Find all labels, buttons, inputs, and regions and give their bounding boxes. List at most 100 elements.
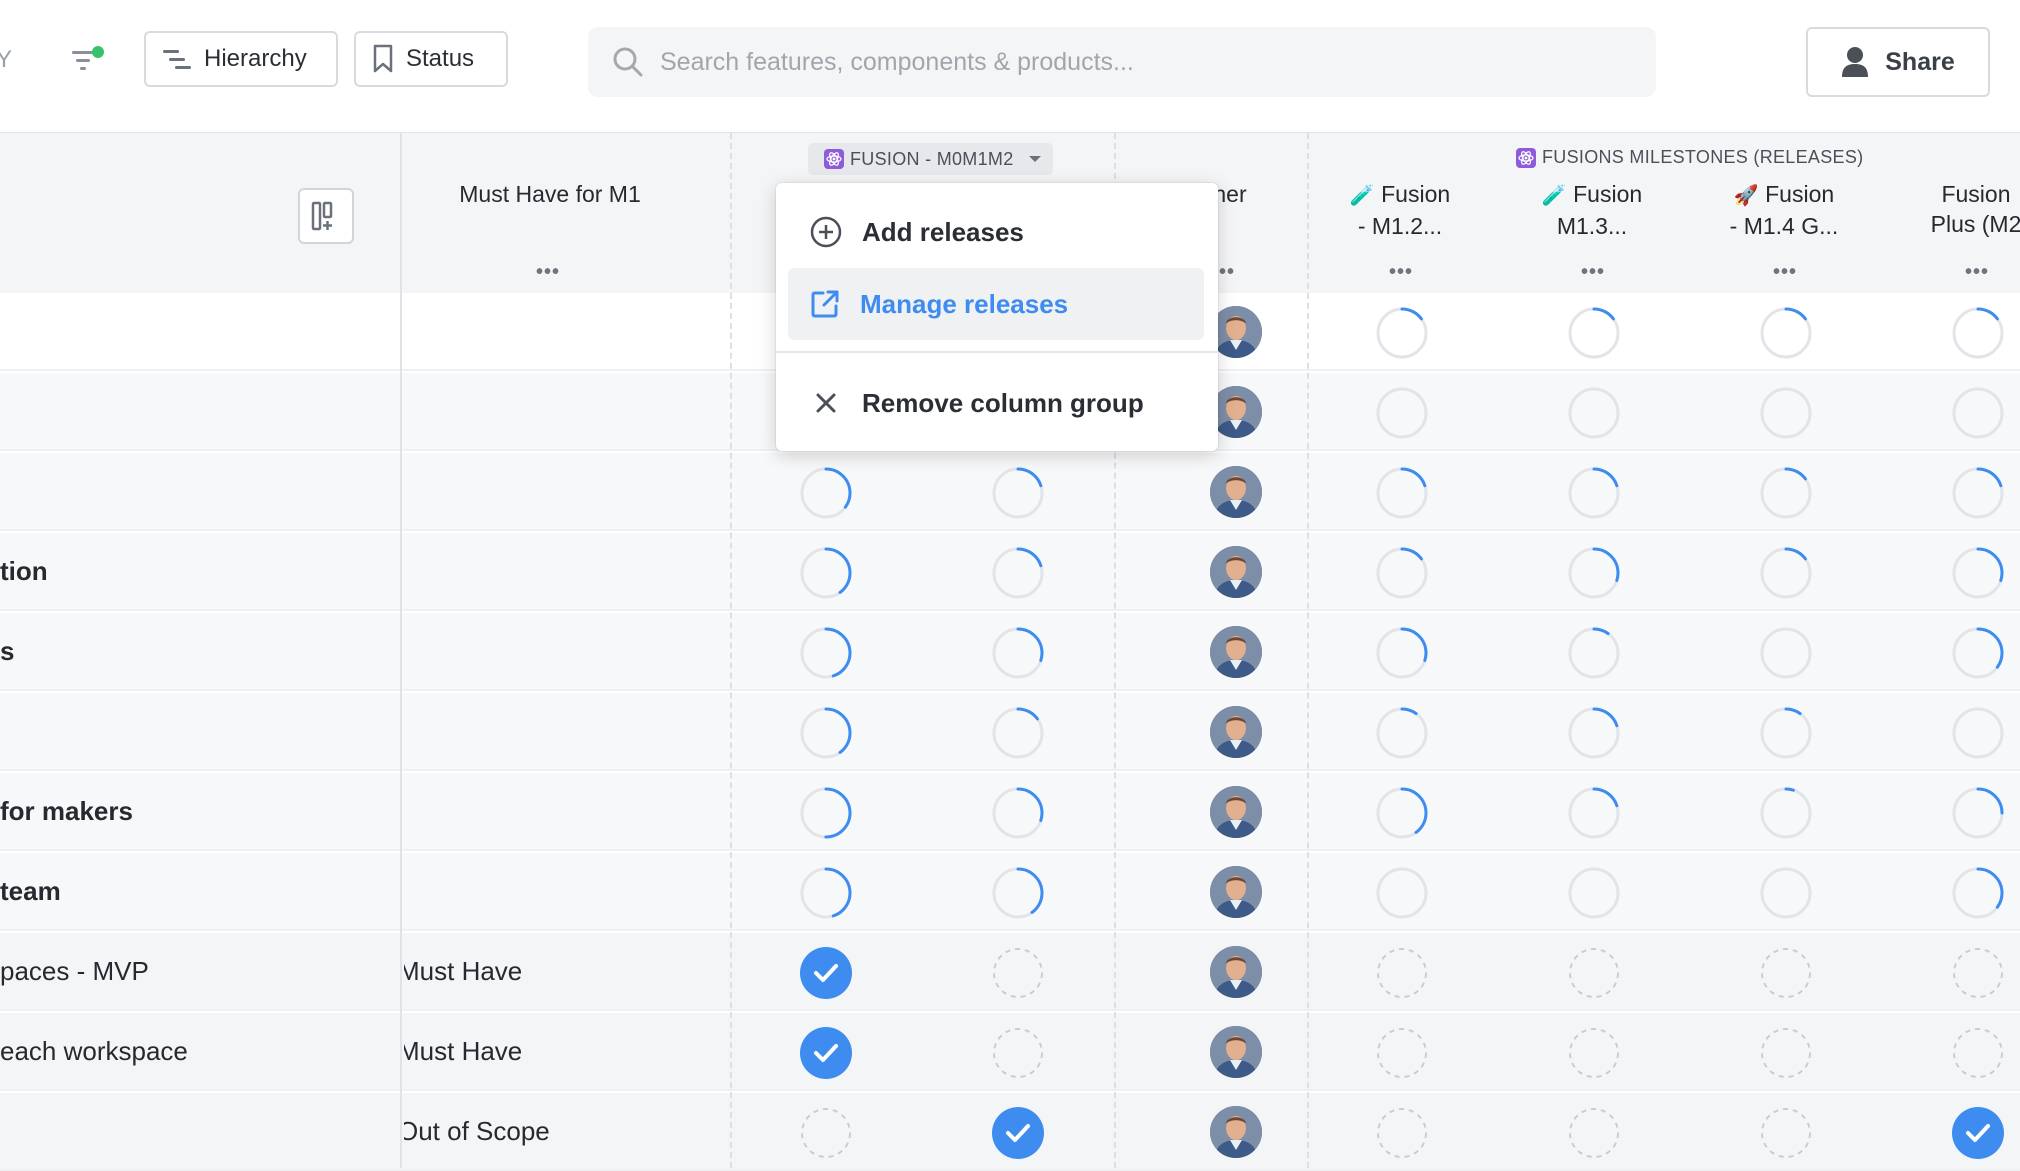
manage-releases-item[interactable]: Manage releases: [788, 268, 1204, 340]
progress-ring[interactable]: [799, 546, 853, 600]
progress-ring[interactable]: [799, 786, 853, 840]
progress-ring[interactable]: [1759, 626, 1813, 680]
filter-icon[interactable]: [70, 42, 108, 82]
progress-ring[interactable]: [991, 626, 1045, 680]
empty-release-circle[interactable]: [991, 946, 1045, 1000]
progress-ring[interactable]: [1951, 866, 2005, 920]
add-column-icon: [311, 201, 333, 231]
empty-release-circle[interactable]: [1759, 1026, 1813, 1080]
progress-ring[interactable]: [1567, 306, 1621, 360]
check-circle-icon[interactable]: [1951, 1106, 2005, 1160]
empty-release-circle[interactable]: [1567, 946, 1621, 1000]
column-title-m13[interactable]: 🧪 Fusion M1.3...: [1532, 179, 1652, 241]
progress-ring[interactable]: [1759, 786, 1813, 840]
column-menu-dots[interactable]: •••: [1581, 261, 1605, 284]
avatar[interactable]: [1210, 786, 1262, 838]
progress-ring[interactable]: [991, 786, 1045, 840]
avatar[interactable]: [1210, 1106, 1262, 1158]
share-button[interactable]: Share: [1806, 27, 1990, 97]
status-button[interactable]: Status: [354, 31, 508, 87]
column-title-m12[interactable]: 🧪 Fusion - M1.2...: [1340, 179, 1460, 241]
column-menu-dots[interactable]: •••: [536, 261, 560, 284]
rocket-icon: 🚀: [1733, 185, 1759, 207]
empty-release-circle[interactable]: [799, 1106, 853, 1160]
avatar[interactable]: [1210, 866, 1262, 918]
empty-release-circle[interactable]: [1567, 1026, 1621, 1080]
progress-ring[interactable]: [1759, 306, 1813, 360]
progress-ring[interactable]: [1375, 706, 1429, 760]
progress-ring[interactable]: [1759, 386, 1813, 440]
empty-release-circle[interactable]: [1759, 1106, 1813, 1160]
progress-ring[interactable]: [1759, 466, 1813, 520]
empty-release-circle[interactable]: [1951, 1026, 2005, 1080]
progress-ring[interactable]: [991, 706, 1045, 760]
progress-ring[interactable]: [1375, 386, 1429, 440]
progress-ring[interactable]: [1375, 306, 1429, 360]
column-group-chip[interactable]: FUSION - M0M1M2: [808, 143, 1053, 175]
avatar[interactable]: [1210, 706, 1262, 758]
check-circle-icon[interactable]: [991, 1106, 1045, 1160]
progress-ring[interactable]: [1375, 866, 1429, 920]
progress-ring[interactable]: [1951, 786, 2005, 840]
empty-release-circle[interactable]: [1759, 946, 1813, 1000]
check-circle-icon[interactable]: [799, 1026, 853, 1080]
row-priority[interactable]: Out of Scope: [404, 1116, 550, 1147]
check-circle-icon[interactable]: [799, 946, 853, 1000]
progress-ring[interactable]: [1375, 786, 1429, 840]
empty-release-circle[interactable]: [1375, 946, 1429, 1000]
search-input[interactable]: [658, 46, 1622, 78]
empty-release-circle[interactable]: [1375, 1106, 1429, 1160]
column-menu-dots[interactable]: •••: [1389, 261, 1413, 284]
share-label: Share: [1885, 47, 1955, 76]
column-menu-dots[interactable]: •••: [1773, 261, 1797, 284]
progress-ring[interactable]: [1567, 626, 1621, 680]
column-title-m2[interactable]: Fusion Plus (M2: [1916, 179, 2020, 239]
progress-ring[interactable]: [1951, 706, 2005, 760]
avatar[interactable]: [1210, 546, 1262, 598]
progress-ring[interactable]: [1375, 626, 1429, 680]
progress-ring[interactable]: [1567, 546, 1621, 600]
empty-release-circle[interactable]: [1951, 946, 2005, 1000]
progress-ring[interactable]: [799, 626, 853, 680]
remove-column-group-item[interactable]: Remove column group: [788, 367, 1204, 439]
progress-ring[interactable]: [1567, 866, 1621, 920]
progress-ring[interactable]: [1951, 626, 2005, 680]
search-bar[interactable]: [588, 27, 1656, 97]
row-priority[interactable]: Must Have: [404, 1036, 522, 1067]
avatar[interactable]: [1210, 626, 1262, 678]
progress-ring[interactable]: [799, 866, 853, 920]
avatar[interactable]: [1210, 1026, 1262, 1078]
progress-ring[interactable]: [1375, 546, 1429, 600]
empty-release-circle[interactable]: [1375, 1026, 1429, 1080]
progress-ring[interactable]: [1951, 466, 2005, 520]
column-title-m14[interactable]: 🚀 Fusion - M1.4 G...: [1724, 179, 1844, 241]
progress-ring[interactable]: [1951, 546, 2005, 600]
avatar[interactable]: [1210, 466, 1262, 518]
progress-ring[interactable]: [991, 546, 1045, 600]
row-priority[interactable]: Must Have: [404, 956, 522, 987]
progress-ring[interactable]: [1951, 306, 2005, 360]
column-title-must-have[interactable]: Must Have for M1: [450, 179, 650, 209]
milestones-group-label: FUSIONS MILESTONES (RELEASES): [1542, 147, 1864, 167]
progress-ring[interactable]: [1567, 466, 1621, 520]
progress-ring[interactable]: [1759, 706, 1813, 760]
empty-release-circle[interactable]: [991, 1026, 1045, 1080]
hierarchy-button[interactable]: Hierarchy: [144, 31, 338, 87]
progress-ring[interactable]: [1759, 866, 1813, 920]
progress-ring[interactable]: [1375, 466, 1429, 520]
progress-ring[interactable]: [991, 466, 1045, 520]
add-column-button[interactable]: [298, 188, 354, 244]
progress-ring[interactable]: [799, 706, 853, 760]
empty-release-circle[interactable]: [1567, 1106, 1621, 1160]
progress-ring[interactable]: [1567, 386, 1621, 440]
progress-ring[interactable]: [1567, 706, 1621, 760]
add-releases-item[interactable]: Add releases: [788, 196, 1204, 268]
progress-ring[interactable]: [991, 866, 1045, 920]
progress-ring[interactable]: [799, 466, 853, 520]
column-menu-dots[interactable]: •••: [1965, 261, 1989, 284]
avatar[interactable]: [1210, 946, 1262, 998]
column-group-label-milestones[interactable]: FUSIONS MILESTONES (RELEASES): [1516, 147, 1863, 168]
progress-ring[interactable]: [1759, 546, 1813, 600]
progress-ring[interactable]: [1951, 386, 2005, 440]
progress-ring[interactable]: [1567, 786, 1621, 840]
